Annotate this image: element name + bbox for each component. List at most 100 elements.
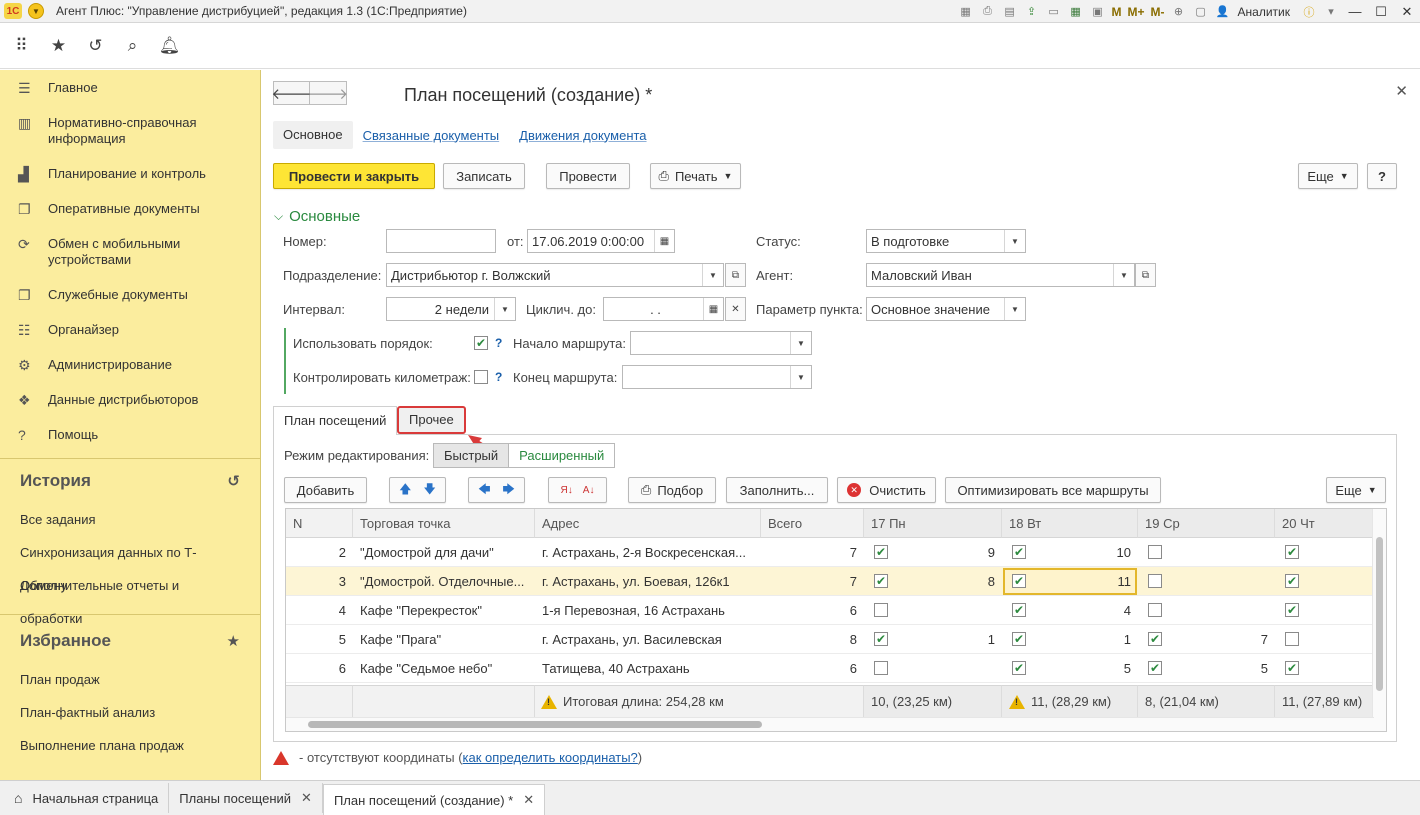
day-visit-checkbox[interactable]	[874, 661, 888, 675]
table-cell-point[interactable]: "Домострой. Отделочные...	[353, 567, 535, 596]
day-visit-order[interactable]	[1168, 538, 1275, 567]
horizontal-scrollbar[interactable]	[286, 717, 1374, 731]
use-order-help-icon[interactable]: ?	[495, 336, 502, 350]
fill-button[interactable]: Заполнить...	[726, 477, 828, 503]
table-cell-total[interactable]: 6	[761, 596, 864, 625]
mileage-checkbox[interactable]	[474, 370, 488, 384]
use-order-checkbox[interactable]: ✔	[474, 336, 488, 350]
day-visit-order[interactable]: 11	[1032, 567, 1138, 596]
chevron-down-icon[interactable]: ▼	[702, 264, 723, 286]
sidebar-item-organizer[interactable]: ☷ Органайзер	[0, 312, 260, 347]
column-header-day[interactable]: 17 Пн	[864, 509, 1002, 538]
edit-mode-extended[interactable]: Расширенный	[509, 443, 616, 468]
column-header-total[interactable]: Всего	[761, 509, 864, 538]
agent-field[interactable]: Маловский Иван ▼	[866, 263, 1135, 287]
upload-icon[interactable]: ⇪	[1023, 4, 1041, 20]
table-cell-total[interactable]: 7	[761, 538, 864, 567]
division-open-button[interactable]: ⧉	[725, 263, 746, 287]
day-visit-checkbox[interactable]: ✔	[1285, 545, 1299, 559]
tab-home[interactable]: ⌂ Начальная страница	[0, 783, 170, 813]
day-visit-checkbox[interactable]: ✔	[1285, 661, 1299, 675]
table-cell-n[interactable]: 2	[286, 538, 353, 567]
history-link[interactable]: Синхронизация данных по Т-Обмену	[0, 536, 260, 593]
route-end-select[interactable]: ▼	[622, 365, 812, 389]
info-icon[interactable]: ⓘ	[1300, 4, 1318, 20]
day-visit-checkbox[interactable]: ✔	[1285, 574, 1299, 588]
clear-button[interactable]: ✕ Очистить	[837, 477, 936, 503]
day-visit-checkbox[interactable]	[1148, 574, 1162, 588]
day-visit-order[interactable]: 7	[1168, 625, 1275, 654]
table-cell-point[interactable]: Кафе "Прага"	[353, 625, 535, 654]
close-window-button[interactable]: ✕	[1394, 0, 1420, 23]
memory-minus-button[interactable]: M-	[1151, 5, 1165, 19]
star-icon[interactable]: ★	[227, 632, 240, 650]
minimize-button[interactable]: —	[1342, 0, 1368, 23]
user-name[interactable]: Аналитик	[1238, 5, 1290, 19]
sidebar-item-main[interactable]: ☰ Главное	[0, 70, 260, 105]
day-visit-order[interactable]: 4	[1032, 596, 1138, 625]
table-cell-point[interactable]: Кафе "Седьмое небо"	[353, 654, 535, 683]
day-visit-checkbox[interactable]: ✔	[1148, 661, 1162, 675]
post-button[interactable]: Провести	[546, 163, 630, 189]
day-visit-order[interactable]	[894, 596, 1002, 625]
memory-button[interactable]: M	[1112, 5, 1122, 19]
move-up-icon[interactable]: 🡅	[399, 480, 411, 501]
close-form-icon[interactable]: ✕	[1395, 82, 1408, 100]
interval-field[interactable]: 2 недели ▼	[386, 297, 516, 321]
tab-other[interactable]: Прочее	[397, 406, 466, 434]
sidebar-item-distributors[interactable]: ❖ Данные дистрибьюторов	[0, 382, 260, 417]
chevron-down-icon[interactable]: ▾	[1322, 4, 1340, 20]
date-field[interactable]: 17.06.2019 0:00:00 ▦	[527, 229, 675, 253]
document-icon[interactable]: ▭	[1045, 4, 1063, 20]
table-cell-n[interactable]: 6	[286, 654, 353, 683]
window-icon[interactable]: ▢	[1192, 4, 1210, 20]
column-header-day[interactable]: 18 Вт	[1002, 509, 1138, 538]
sort-descending-icon[interactable]: А↓	[583, 485, 595, 496]
favorites-link[interactable]: Выполнение плана продаж	[0, 729, 260, 762]
table-cell-address[interactable]: г. Астрахань, ул. Боевая, 126к1	[535, 567, 761, 596]
table-cell-point[interactable]: "Домострой для дачи"	[353, 538, 535, 567]
column-header-day[interactable]: 20 Чт	[1275, 509, 1375, 538]
tab-visit-plan[interactable]: План посещений	[273, 406, 398, 435]
table-cell-address[interactable]: Татищева, 40 Астрахань	[535, 654, 761, 683]
search-icon[interactable]: ⌕	[114, 26, 151, 66]
table-cell-total[interactable]: 7	[761, 567, 864, 596]
day-visit-checkbox[interactable]: ✔	[1012, 574, 1026, 588]
day-visit-checkbox[interactable]	[1285, 632, 1299, 646]
sidebar-item-reference[interactable]: ▥ Нормативно-справочная информация	[0, 105, 260, 156]
number-field[interactable]	[386, 229, 496, 253]
day-visit-order[interactable]: 1	[1032, 625, 1138, 654]
forward-button[interactable]: 🡒	[308, 81, 348, 105]
move-down-icon[interactable]: 🡇	[424, 480, 436, 501]
table-cell-point[interactable]: Кафе "Перекресток"	[353, 596, 535, 625]
table-more-button[interactable]: Еще ▼	[1326, 477, 1386, 503]
day-visit-order[interactable]: 1	[894, 625, 1002, 654]
cyclic-date-field[interactable]: . . ▦	[603, 297, 724, 321]
scroll-thumb[interactable]	[1376, 537, 1383, 691]
chevron-down-icon[interactable]: ▼	[1004, 298, 1025, 320]
sidebar-item-help[interactable]: ? Помощь	[0, 417, 260, 450]
sidebar-item-service[interactable]: ❐ Служебные документы	[0, 277, 260, 312]
tab-main[interactable]: Основное	[273, 121, 353, 149]
history-icon[interactable]: ↺	[227, 472, 240, 490]
table-cell-n[interactable]: 5	[286, 625, 353, 654]
column-header-address[interactable]: Адрес	[535, 509, 761, 538]
table-cell-address[interactable]: г. Астрахань, ул. Василевская	[535, 625, 761, 654]
save-button[interactable]: Записать	[443, 163, 525, 189]
main-menu-button[interactable]: ▼	[28, 3, 44, 19]
day-visit-order[interactable]: 5	[1032, 654, 1138, 683]
optimize-routes-button[interactable]: Оптимизировать все маршруты	[945, 477, 1161, 503]
pick-button[interactable]: ⎙ Подбор	[628, 477, 716, 503]
tab-document-movements[interactable]: Движения документа	[519, 128, 646, 143]
add-row-button[interactable]: Добавить	[284, 477, 367, 503]
print-icon[interactable]: ⎙	[979, 4, 997, 20]
day-visit-checkbox[interactable]: ✔	[874, 574, 888, 588]
maximize-button[interactable]: ☐	[1368, 0, 1394, 23]
memory-plus-button[interactable]: M+	[1128, 5, 1145, 19]
zoom-icon[interactable]: ⊕	[1170, 4, 1188, 20]
day-visit-checkbox[interactable]	[874, 603, 888, 617]
chevron-down-icon[interactable]: ▼	[1113, 264, 1134, 286]
division-field[interactable]: Дистрибьютор г. Волжский ▼	[386, 263, 724, 287]
sidebar-item-admin[interactable]: ⚙ Администрирование	[0, 347, 260, 382]
favorites-star-icon[interactable]: ★	[40, 26, 77, 66]
